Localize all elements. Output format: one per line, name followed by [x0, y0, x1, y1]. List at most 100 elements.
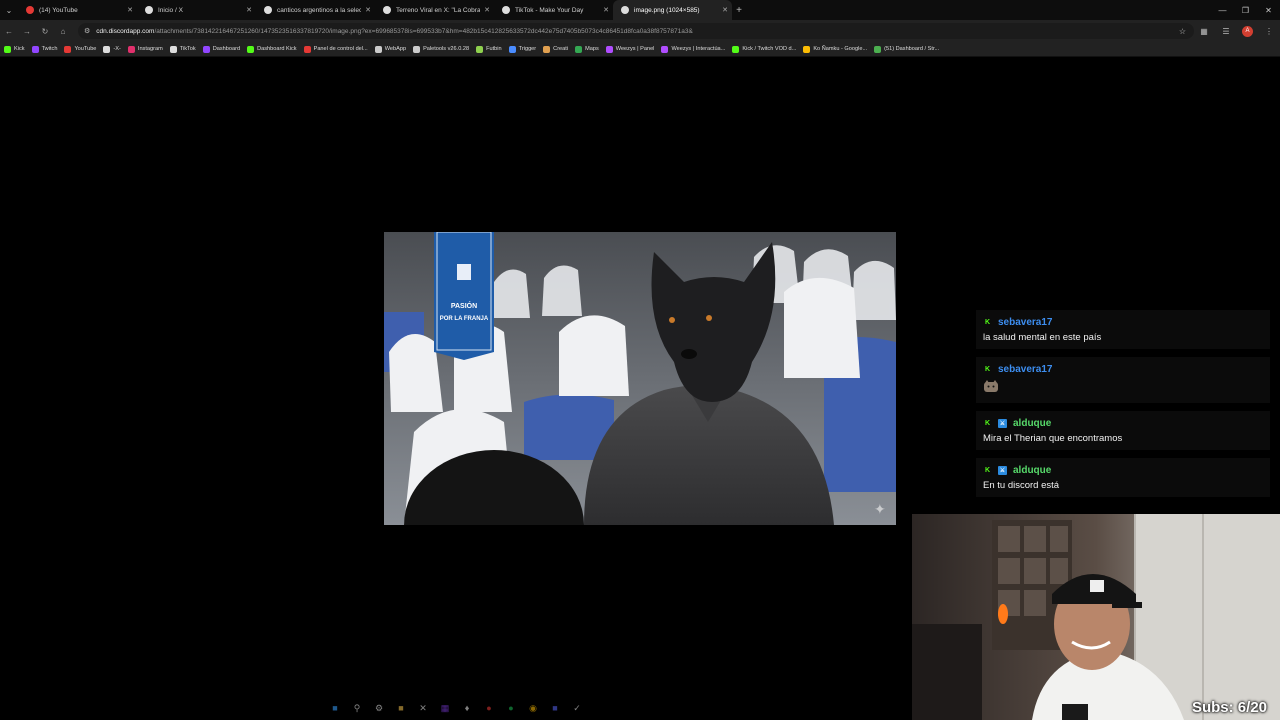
app-icon — [374, 45, 382, 53]
bookmark-label: TikTok — [179, 46, 196, 52]
bookmark-item[interactable]: Dashboard — [202, 45, 241, 53]
bookmark-item[interactable]: Kick / Twitch VOD d... — [732, 45, 796, 53]
google-icon — [264, 6, 272, 14]
checkmark-app-icon[interactable]: ✓ — [571, 702, 583, 714]
new-tab-button[interactable]: + — [732, 5, 746, 16]
chat-text: la salud mental en este país — [983, 332, 1102, 343]
media-controls-icon[interactable]: ☰ — [1215, 27, 1237, 36]
minimize-icon[interactable]: — — [1211, 0, 1234, 20]
chat-username: sebavera17 — [998, 364, 1053, 375]
bookmark-item[interactable]: Ko Ñamku - Google... — [803, 45, 868, 53]
bookmark-item[interactable]: Trigger — [508, 45, 537, 53]
folder-icon[interactable]: ■ — [395, 702, 407, 714]
bookmark-item[interactable]: Paletools v26.0.28 — [413, 45, 470, 53]
bookmark-item[interactable]: WebApp — [374, 45, 406, 53]
bookmark-label: Dashboard Kick — [257, 46, 297, 52]
settings-icon[interactable]: ⚙ — [373, 702, 385, 714]
tab-close-icon[interactable]: ✕ — [484, 6, 490, 14]
globe-icon — [621, 6, 629, 14]
search-icon[interactable]: ⚲ — [351, 702, 363, 714]
viewer-image[interactable]: PASIÓN POR LA FRANJA ✦ — [384, 232, 896, 525]
subs-counter: Subs: 6/20 — [1191, 699, 1267, 716]
bookmark-item[interactable]: Weezys | Interactúa... — [661, 45, 725, 53]
bookmark-item[interactable]: YouTube — [64, 45, 96, 53]
taskbar: ■ ⚲ ⚙ ■ ✕ ▦ ♦ ● ● ◉ ■ ✓ — [0, 696, 912, 720]
chat-message: Ksebavera17 la salud mental en este país — [976, 310, 1270, 349]
banner-line2: POR LA FRANJA — [440, 316, 489, 322]
tab-close-icon[interactable]: ✕ — [722, 6, 728, 14]
capcut-icon[interactable]: ✕ — [417, 702, 429, 714]
webcam-feed: Subs: 6/20 — [912, 514, 1280, 720]
tab-strip: ⌄ (14) YouTube ✕ Inicio / X ✕ canticos argen… — [0, 0, 1280, 20]
tab-close-icon[interactable]: ✕ — [246, 6, 252, 14]
chrome-icon[interactable]: ◉ — [527, 702, 539, 714]
bookmark-label: Dashboard — [212, 46, 241, 52]
x-icon — [103, 45, 111, 53]
dashboard-icon — [874, 45, 882, 53]
tab-close-icon[interactable]: ✕ — [365, 6, 371, 14]
browser-tab[interactable]: canticos argentinos a la selecci ✕ — [256, 0, 375, 20]
reload-icon[interactable]: ↻ — [36, 20, 54, 42]
tiktok-icon — [502, 6, 510, 14]
grid-app-icon[interactable]: ▦ — [439, 702, 451, 714]
browser-tab[interactable]: Inicio / X ✕ — [137, 0, 256, 20]
address-bar[interactable]: ⚙ cdn.discordapp.com /attachments/738142… — [78, 23, 1194, 39]
bookmark-item[interactable]: Weezys | Panel — [605, 45, 655, 53]
tab-close-icon[interactable]: ✕ — [603, 6, 609, 14]
bookmark-item[interactable]: -X- — [103, 45, 121, 53]
instagram-icon — [127, 45, 135, 53]
banner-line1: PASIÓN — [451, 301, 477, 310]
palette-icon — [413, 45, 421, 53]
browser-tab[interactable]: image.png (1024×585) ✕ — [613, 0, 732, 20]
bookmark-label: Weezys | Panel — [615, 46, 655, 52]
bookmark-item[interactable]: Futbin — [476, 45, 502, 53]
kick-badge-icon: K — [984, 420, 991, 427]
recorder-icon[interactable]: ● — [483, 702, 495, 714]
creati-icon — [543, 45, 551, 53]
home-icon[interactable]: ⌂ — [54, 20, 72, 42]
x-icon — [145, 6, 153, 14]
bookmark-label: Paletools v26.0.28 — [423, 46, 470, 52]
browser-tab[interactable]: (14) YouTube ✕ — [18, 0, 137, 20]
bookmark-item[interactable]: Twitch — [31, 45, 57, 53]
bookmark-label: Trigger — [518, 46, 537, 52]
bookmark-item[interactable]: Dashboard Kick — [247, 45, 297, 53]
bookmark-label: (51) Dashboard / Str... — [884, 46, 940, 52]
tab-search-chevron-icon[interactable]: ⌄ — [0, 0, 18, 20]
bookmark-label: Creati — [553, 46, 569, 52]
chat-message: K ⚔ alduque En tu discord está — [976, 458, 1270, 497]
spotify-icon[interactable]: ● — [505, 702, 517, 714]
stadium-photo: PASIÓN POR LA FRANJA ✦ — [384, 232, 896, 525]
bookmark-item[interactable]: (51) Dashboard / Str... — [874, 45, 940, 53]
bookmark-item[interactable]: Panel de control del... — [303, 45, 368, 53]
start-icon[interactable]: ■ — [329, 702, 341, 714]
bookmark-label: Kick — [14, 46, 25, 52]
bookmark-item[interactable]: TikTok — [169, 45, 196, 53]
site-info-icon[interactable]: ⚙ — [84, 27, 90, 35]
browser-tab[interactable]: Terreno Viral en X: "La Cobra s ✕ — [375, 0, 494, 20]
extensions-icon[interactable]: ▦ — [1193, 27, 1215, 36]
restore-icon[interactable]: ❐ — [1234, 0, 1257, 20]
bookmark-item[interactable]: Maps — [575, 45, 599, 53]
bookmark-item[interactable]: Kick — [4, 45, 25, 53]
bookmark-label: -X- — [113, 46, 121, 52]
kick-badge-icon: K — [984, 319, 991, 326]
back-arrow-icon[interactable]: ← — [0, 20, 18, 42]
forward-arrow-icon[interactable]: → — [18, 20, 36, 42]
twitch-icon — [31, 45, 39, 53]
close-icon[interactable]: ✕ — [1257, 0, 1280, 20]
bookmark-item[interactable]: Instagram — [127, 45, 163, 53]
tab-close-icon[interactable]: ✕ — [127, 6, 133, 14]
chat-username: alduque — [1013, 465, 1052, 476]
bookmark-item[interactable]: Creati — [543, 45, 569, 53]
bookmark-label: Maps — [585, 46, 599, 52]
menu-kebab-icon[interactable]: ⋮ — [1258, 27, 1280, 36]
bookmark-label: Ko Ñamku - Google... — [813, 46, 868, 52]
bookmark-star-icon[interactable]: ☆ — [1179, 27, 1186, 36]
streamer-video — [912, 514, 1280, 720]
shield-icon[interactable]: ♦ — [461, 702, 473, 714]
discord-icon[interactable]: ■ — [549, 702, 561, 714]
browser-tab[interactable]: TikTok - Make Your Day ✕ — [494, 0, 613, 20]
bookmark-label: Instagram — [137, 46, 163, 52]
profile-avatar[interactable]: A — [1242, 25, 1253, 37]
